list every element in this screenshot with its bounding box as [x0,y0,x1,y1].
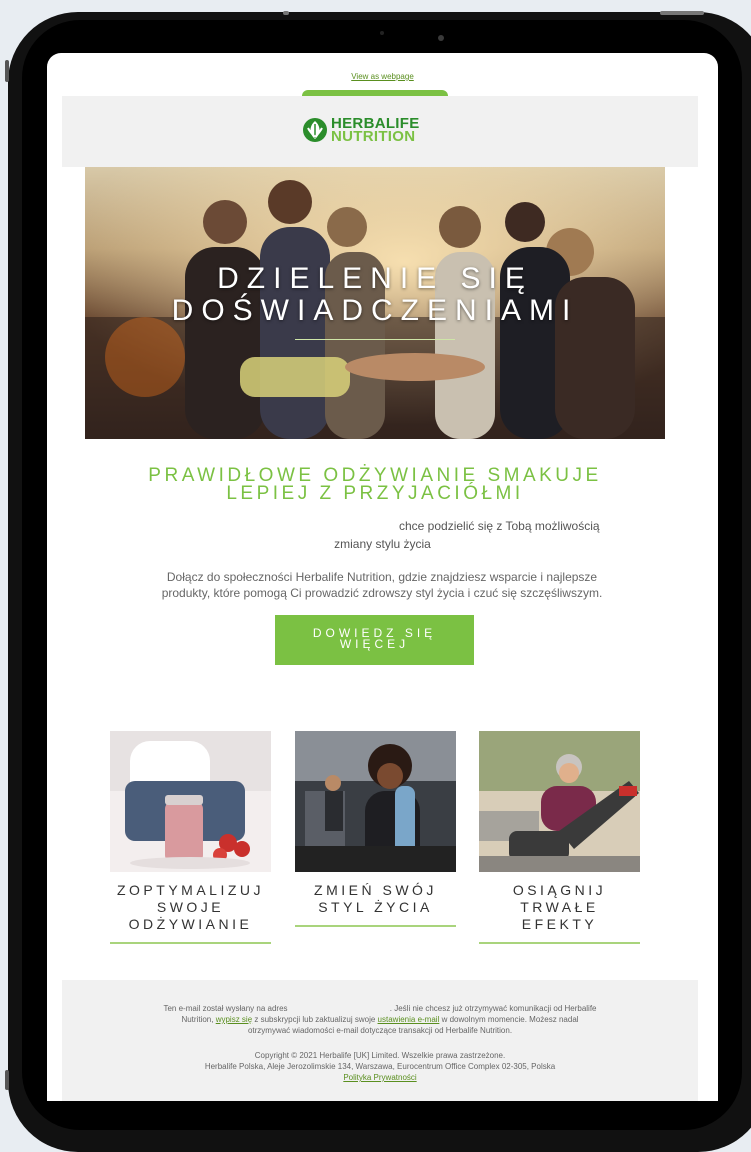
footer-legal: Copyright © 2021 Herbalife [UK] Limited.… [62,1050,698,1083]
email-header: HERBALIFE NUTRITION [62,96,698,167]
card-image-stretch[interactable] [479,731,640,872]
side-button [5,60,9,82]
card-title-line: OSIĄGNIJ [512,882,607,898]
card-title-line: EFEKTY [521,916,598,932]
footer-notice-text: w dowolnym momencie. Możesz nadal [441,1015,579,1024]
card-title-nutrition: ZOPTYMALIZUJ SWOJE ODŻYWIANIE [110,882,271,933]
card-divider [295,925,456,927]
section-heading-line2: LEPIEJ Z PRZYJACIÓŁMI [226,483,524,504]
card-image-gym[interactable] [295,731,456,872]
hero-title: DZIELENIE SIĘ DOŚWIADCZENIAMI [85,263,665,327]
herbalife-logo[interactable]: HERBALIFE NUTRITION [302,116,420,145]
top-button [660,11,704,15]
hero-title-line1: DZIELENIE SIĘ [217,262,533,295]
card-results[interactable]: OSIĄGNIJ TRWAŁE EFEKTY [479,731,640,944]
email-settings-link[interactable]: ustawienia e-mail [378,1015,440,1024]
hero-title-line2: DOŚWIADCZENIAMI [171,294,579,327]
card-title-line: STYL ŻYCIA [318,899,433,915]
card-title-line: ZMIEŃ SWÓJ [314,882,437,898]
front-sensor [380,31,384,35]
brand-tagline: NUTRITION [331,128,416,145]
footer-notice: Ten e-mail został wysłany na adres . Jeś… [92,1003,668,1036]
copyright-text: Copyright © 2021 Herbalife [UK] Limited.… [254,1051,506,1060]
card-title-results: OSIĄGNIJ TRWAŁE EFEKTY [479,882,640,933]
card-title-line: TRWAŁE [520,899,599,915]
body-paragraph: Dołącz do społeczności Herbalife Nutriti… [107,569,657,601]
card-divider [110,942,271,944]
card-image-smoothie[interactable] [110,731,271,872]
intro-text-line1: chce podzielić się z Tobą możliwością [399,519,600,533]
view-as-webpage-link[interactable]: View as webpage [47,72,718,81]
card-title-lifestyle: ZMIEŃ SWÓJ STYL ŻYCIA [295,882,456,916]
hero-banner: DZIELENIE SIĘ DOŚWIADCZENIAMI [85,167,665,439]
side-button [5,1070,9,1090]
card-title-line: ODŻYWIANIE [128,916,253,932]
body-paragraph-line1: Dołącz do społeczności Herbalife Nutriti… [166,570,598,584]
unsubscribe-link[interactable]: wypisz się [216,1015,252,1024]
herbalife-leaf-icon [303,118,327,142]
hero-divider [295,339,455,340]
footer-notice-text: z subskrypcji lub zaktualizuj swoje [254,1015,376,1024]
company-address: Herbalife Polska, Aleje Jerozolimskie 13… [204,1062,556,1071]
intro-text-line2: zmiany stylu życia [334,537,431,551]
card-nutrition[interactable]: ZOPTYMALIZUJ SWOJE ODŻYWIANIE [110,731,271,944]
card-title-line: SWOJE [156,899,225,915]
privacy-policy-link[interactable]: Polityka Prywatności [343,1073,416,1082]
card-divider [479,942,640,944]
card-lifestyle[interactable]: ZMIEŃ SWÓJ STYL ŻYCIA [295,731,456,927]
learn-more-button[interactable]: DOWIEDZ SIĘ WIĘCEJ [275,615,474,665]
email-footer: Ten e-mail został wysłany na adres . Jeś… [62,980,698,1101]
body-paragraph-line2: produkty, które pomogą Ci prowadzić zdro… [161,586,603,600]
front-camera [438,35,444,41]
card-title-line: ZOPTYMALIZUJ [116,882,264,898]
top-button [283,11,289,15]
footer-notice-text: . Jeśli nie chcesz już otrzymywać komuni… [389,1004,597,1013]
cta-label-line2: WIĘCEJ [339,637,410,651]
footer-notice-text: otrzymywać wiadomości e-mail dotyczące t… [247,1026,513,1035]
email-screen: View as webpage HERBALIFE NUTRITION DZIE… [47,53,718,1101]
section-heading: PRAWIDŁOWE ODŻYWIANIE SMAKUJE LEPIEJ Z P… [87,466,663,504]
footer-notice-text: Ten e-mail został wysłany na adres [163,1004,288,1013]
footer-notice-text: Nutrition, [181,1015,214,1024]
